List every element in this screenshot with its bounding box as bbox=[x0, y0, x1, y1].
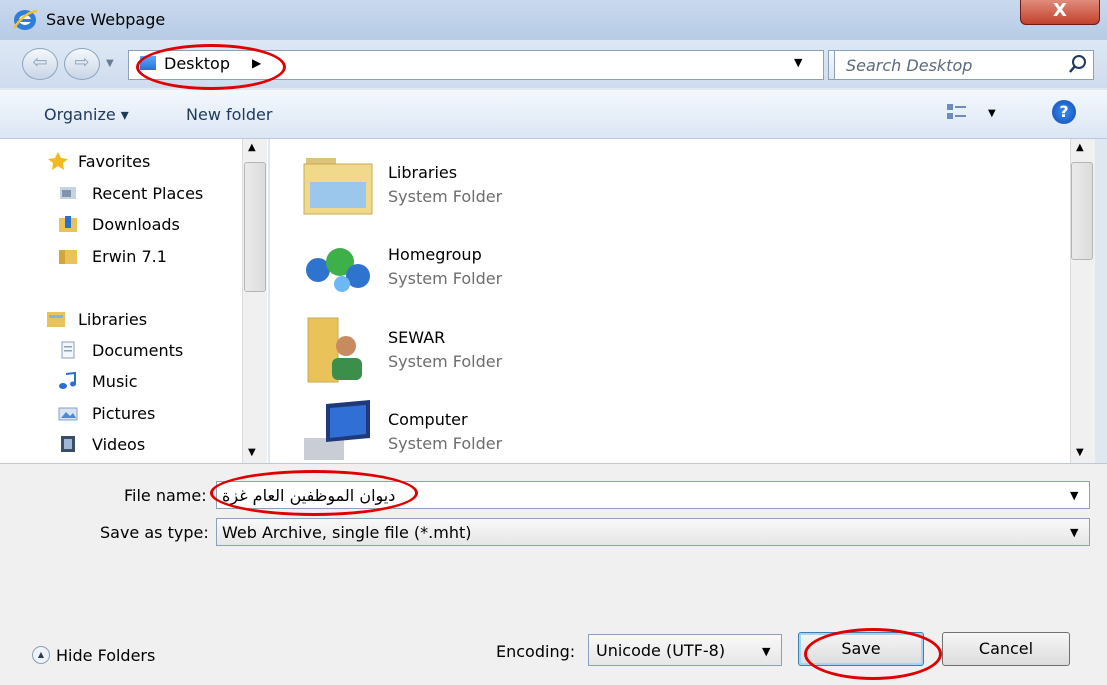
file-type-sewar: System Folder bbox=[388, 352, 503, 371]
videos-icon bbox=[61, 436, 75, 452]
encoding-value[interactable]: Unicode (UTF-8) bbox=[596, 641, 725, 660]
favorites-star-icon bbox=[48, 152, 68, 170]
recent-pages-dropdown-icon[interactable]: ▼ bbox=[106, 58, 114, 69]
music-icon bbox=[59, 372, 76, 389]
sidebar-item-recent-places[interactable]: Recent Places bbox=[92, 184, 203, 203]
encoding-dropdown-icon[interactable]: ▼ bbox=[762, 645, 770, 658]
encoding-label: Encoding: bbox=[496, 642, 576, 661]
scroll-down-icon[interactable]: ▼ bbox=[248, 447, 256, 458]
sidebar-item-videos[interactable]: Videos bbox=[92, 435, 145, 454]
file-type-libraries: System Folder bbox=[388, 187, 503, 206]
sidebar-item-downloads[interactable]: Downloads bbox=[92, 215, 180, 234]
help-icon[interactable]: ? bbox=[1052, 100, 1076, 124]
cancel-button[interactable]: Cancel bbox=[942, 632, 1070, 666]
save-as-type-label: Save as type: bbox=[100, 523, 209, 542]
sidebar-libraries[interactable]: Libraries bbox=[78, 310, 147, 329]
highlight-ellipse bbox=[804, 628, 942, 680]
pictures-icon bbox=[58, 407, 78, 421]
forward-button[interactable]: ⇨ bbox=[64, 48, 100, 80]
sidebar-item-erwin[interactable]: Erwin 7.1 bbox=[92, 247, 167, 266]
file-name-homegroup[interactable]: Homegroup bbox=[388, 245, 482, 264]
libraries-folder-icon[interactable] bbox=[302, 152, 374, 216]
user-folder-icon[interactable] bbox=[302, 316, 374, 384]
sidebar-scroll-thumb[interactable] bbox=[244, 162, 266, 292]
internet-explorer-icon bbox=[12, 9, 38, 30]
file-name-label: File name: bbox=[124, 486, 207, 505]
back-button[interactable]: ⇦ bbox=[22, 48, 58, 80]
folder-icon bbox=[59, 250, 77, 264]
window-title: Save Webpage bbox=[46, 10, 166, 29]
close-button[interactable]: X bbox=[1020, 0, 1100, 25]
save-as-type-value[interactable]: Web Archive, single file (*.mht) bbox=[222, 523, 471, 542]
scroll-down-icon[interactable]: ▼ bbox=[1076, 447, 1084, 458]
command-toolbar bbox=[0, 90, 1107, 139]
file-name-dropdown-icon[interactable]: ▼ bbox=[1070, 489, 1078, 502]
file-name-libraries[interactable]: Libraries bbox=[388, 163, 457, 182]
documents-icon bbox=[61, 341, 75, 359]
search-placeholder: Search Desktop bbox=[846, 56, 973, 75]
sidebar-favorites[interactable]: Favorites bbox=[78, 152, 150, 171]
address-dropdown-icon[interactable]: ▼ bbox=[794, 56, 802, 69]
organize-menu[interactable]: Organize ▾ bbox=[44, 105, 129, 124]
change-view-icon[interactable] bbox=[946, 102, 968, 122]
homegroup-icon[interactable] bbox=[302, 234, 374, 298]
file-list-scroll-thumb[interactable] bbox=[1071, 162, 1093, 260]
collapse-arrow-icon[interactable]: ▲ bbox=[32, 646, 50, 664]
save-as-type-dropdown-icon[interactable]: ▼ bbox=[1070, 526, 1078, 539]
scroll-up-icon[interactable]: ▲ bbox=[248, 142, 256, 153]
new-folder-button[interactable]: New folder bbox=[186, 105, 272, 124]
libraries-icon bbox=[47, 312, 65, 327]
downloads-folder-icon bbox=[59, 216, 77, 232]
recent-places-icon bbox=[60, 187, 76, 199]
sidebar-item-documents[interactable]: Documents bbox=[92, 341, 183, 360]
highlight-ellipse bbox=[210, 470, 418, 516]
file-type-homegroup: System Folder bbox=[388, 269, 503, 288]
sidebar-item-pictures[interactable]: Pictures bbox=[92, 404, 155, 423]
view-options-dropdown-icon[interactable]: ▼ bbox=[988, 108, 996, 119]
title-bar bbox=[0, 0, 1107, 40]
file-name-sewar[interactable]: SEWAR bbox=[388, 328, 445, 347]
scroll-up-icon[interactable]: ▲ bbox=[1076, 142, 1084, 153]
sidebar-item-music[interactable]: Music bbox=[92, 372, 138, 391]
file-name-computer[interactable]: Computer bbox=[388, 410, 468, 429]
file-type-computer: System Folder bbox=[388, 434, 503, 453]
computer-icon[interactable] bbox=[302, 398, 374, 462]
highlight-ellipse bbox=[136, 44, 286, 90]
search-icon[interactable] bbox=[1068, 54, 1088, 74]
hide-folders-button[interactable]: Hide Folders bbox=[56, 646, 155, 665]
